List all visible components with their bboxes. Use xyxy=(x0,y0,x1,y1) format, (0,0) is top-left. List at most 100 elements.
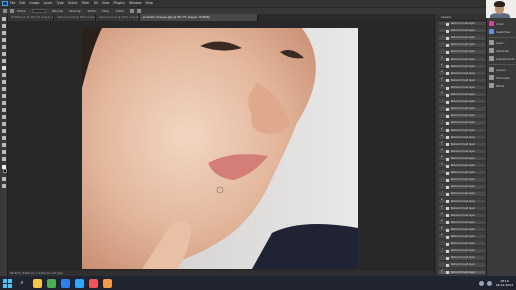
layers-panel-title[interactable]: Layers xyxy=(437,14,486,21)
panel-item-channels[interactable]: Channels xyxy=(489,74,516,81)
photoshop-icon[interactable] xyxy=(75,278,84,288)
menu-type[interactable]: Type xyxy=(56,0,63,7)
layer-row[interactable]: Retouch brush layer xyxy=(439,199,485,215)
panel-item-learn[interactable]: Learn xyxy=(489,39,516,46)
layer-row[interactable]: Retouch brush layer xyxy=(439,206,485,222)
marquee-tool-icon[interactable] xyxy=(2,24,6,28)
layer-row[interactable]: Retouch brush layer xyxy=(439,227,485,244)
layer-row[interactable]: Retouch brush layer xyxy=(439,36,485,52)
menu-window[interactable]: Window xyxy=(129,0,142,7)
layer-row[interactable]: Retouch brush layer xyxy=(439,22,485,38)
airbrush-icon[interactable] xyxy=(130,9,135,13)
file-explorer-icon[interactable] xyxy=(33,278,42,288)
layer-row[interactable]: Retouch brush layer xyxy=(439,128,485,144)
folder-icon[interactable] xyxy=(103,278,112,288)
zoom-tool-icon[interactable] xyxy=(2,157,6,161)
layer-row[interactable]: Retouch brush layer xyxy=(439,156,485,173)
layer-row[interactable]: Retouch brush layer xyxy=(439,178,485,194)
menu-help[interactable]: Help xyxy=(146,0,153,7)
menu-view[interactable]: View xyxy=(102,0,110,7)
brush-tool-preset-icon[interactable] xyxy=(10,9,14,13)
opacity-value[interactable]: 100% xyxy=(87,9,96,13)
layer-row[interactable]: Retouch brush layer xyxy=(439,78,485,95)
lasso-tool-icon[interactable] xyxy=(2,31,6,35)
flow-value[interactable]: 100% xyxy=(116,9,125,13)
dodge-tool-icon[interactable] xyxy=(2,115,6,119)
layer-row[interactable]: Retouch brush layer xyxy=(439,142,485,159)
frame-tool-icon[interactable] xyxy=(2,52,6,56)
crop-tool-icon[interactable] xyxy=(2,45,6,49)
layer-row[interactable]: Retouch brush layer xyxy=(439,29,485,45)
brush-tool-icon[interactable] xyxy=(2,73,6,77)
panel-item-libraries[interactable]: Libraries xyxy=(489,47,516,54)
layer-row[interactable]: Retouch brush layer xyxy=(439,164,485,180)
layer-row[interactable]: Retouch brush layer xyxy=(439,220,485,237)
home-icon[interactable] xyxy=(3,9,7,13)
document-tab[interactable]: Untitled-1 @ 66.7% (Layer 1, RGB/8) xyxy=(8,14,54,21)
mode-value[interactable]: Normal xyxy=(52,9,63,13)
portrait-photo[interactable] xyxy=(82,28,358,269)
layer-row[interactable]: Retouch brush layer xyxy=(439,171,485,187)
layer-row[interactable]: Retouch brush layer xyxy=(439,242,485,258)
layer-row[interactable]: Retouch brush layer xyxy=(439,185,485,201)
layer-row[interactable]: Retouch brush layer xyxy=(439,213,485,230)
layer-row[interactable]: Retouch brush layer xyxy=(439,121,485,137)
menu-3d[interactable]: 3D xyxy=(93,0,97,7)
gradient-tool-icon[interactable] xyxy=(2,101,6,105)
layer-row[interactable]: Retouch brush layer xyxy=(439,249,485,265)
layer-row[interactable]: Retouch brush layer xyxy=(439,149,485,166)
menu-filter[interactable]: Filter xyxy=(82,0,90,7)
healing-brush-tool-icon[interactable] xyxy=(2,66,6,70)
menu-image[interactable]: Image xyxy=(30,0,40,7)
panel-item-color[interactable]: Color xyxy=(489,20,516,27)
path-select-tool-icon[interactable] xyxy=(2,136,6,140)
edge-icon[interactable] xyxy=(61,278,70,288)
layer-row[interactable]: Retouch brush layer xyxy=(439,270,485,286)
layer-row[interactable]: Retouch brush layer xyxy=(439,93,485,109)
menu-file[interactable]: File xyxy=(10,0,15,7)
hand-tool-icon[interactable] xyxy=(2,150,6,154)
background-color-swatch[interactable] xyxy=(3,169,7,173)
document-tab[interactable]: retouch.psd @ 50% (Layer, RGB/8) xyxy=(96,14,140,21)
layer-row[interactable]: Retouch brush layer xyxy=(439,50,485,66)
layer-row[interactable]: Retouch brush layer xyxy=(439,235,485,251)
move-tool-icon[interactable] xyxy=(2,17,6,21)
panel-item-layers[interactable]: Layers xyxy=(489,66,516,73)
panel-item-adjustments[interactable]: Adjustments xyxy=(489,55,516,62)
layer-row[interactable]: Retouch brush layer xyxy=(439,256,485,272)
menu-plugins[interactable]: Plugins xyxy=(114,0,125,7)
screen-mode-icon[interactable] xyxy=(2,184,6,188)
network-icon[interactable] xyxy=(478,280,484,286)
shape-tool-icon[interactable] xyxy=(2,143,6,147)
layer-row[interactable]: Retouch brush layer xyxy=(439,114,485,130)
clone-stamp-tool-icon[interactable] xyxy=(2,80,6,84)
start-button[interactable] xyxy=(3,278,12,288)
layer-row[interactable]: Retouch brush layer xyxy=(439,64,485,80)
layer-row[interactable]: Retouch brush layer xyxy=(439,107,485,123)
eyedropper-tool-icon[interactable] xyxy=(2,59,6,63)
taskbar-clock[interactable]: 18:19 06.12.2023 xyxy=(496,279,513,287)
layer-row[interactable]: Retouch brush layer xyxy=(439,57,485,73)
quick-select-tool-icon[interactable] xyxy=(2,38,6,42)
chrome-icon[interactable] xyxy=(47,278,56,288)
layer-row[interactable]: Retouch brush layer xyxy=(439,71,485,88)
media-icon[interactable] xyxy=(89,278,98,288)
layer-row[interactable]: Retouch brush layer xyxy=(439,192,485,208)
layer-row[interactable]: Retouch brush layer xyxy=(439,85,485,102)
menu-layer[interactable]: Layer xyxy=(44,0,53,7)
document-tab-active[interactable]: portrait-closeup.jpg @ 66.7% (Layer, RGB… xyxy=(140,14,258,21)
history-brush-tool-icon[interactable] xyxy=(2,87,6,91)
layer-row[interactable]: Retouch brush layer xyxy=(439,43,485,59)
mode-select[interactable] xyxy=(32,9,47,13)
menu-edit[interactable]: Edit xyxy=(19,0,25,7)
layer-row[interactable]: Retouch brush layer xyxy=(439,263,485,279)
panel-item-swatches[interactable]: Swatches xyxy=(489,28,516,35)
panel-item-paths[interactable]: Paths xyxy=(489,82,516,89)
volume-icon[interactable] xyxy=(486,280,492,286)
layer-row[interactable]: Retouch brush layer xyxy=(439,100,485,116)
menu-select[interactable]: Select xyxy=(68,0,78,7)
type-tool-icon[interactable] xyxy=(2,129,6,133)
eraser-tool-icon[interactable] xyxy=(2,94,6,98)
search-icon[interactable]: ⌕ xyxy=(16,279,28,287)
layer-row[interactable]: Retouch brush layer xyxy=(439,135,485,151)
